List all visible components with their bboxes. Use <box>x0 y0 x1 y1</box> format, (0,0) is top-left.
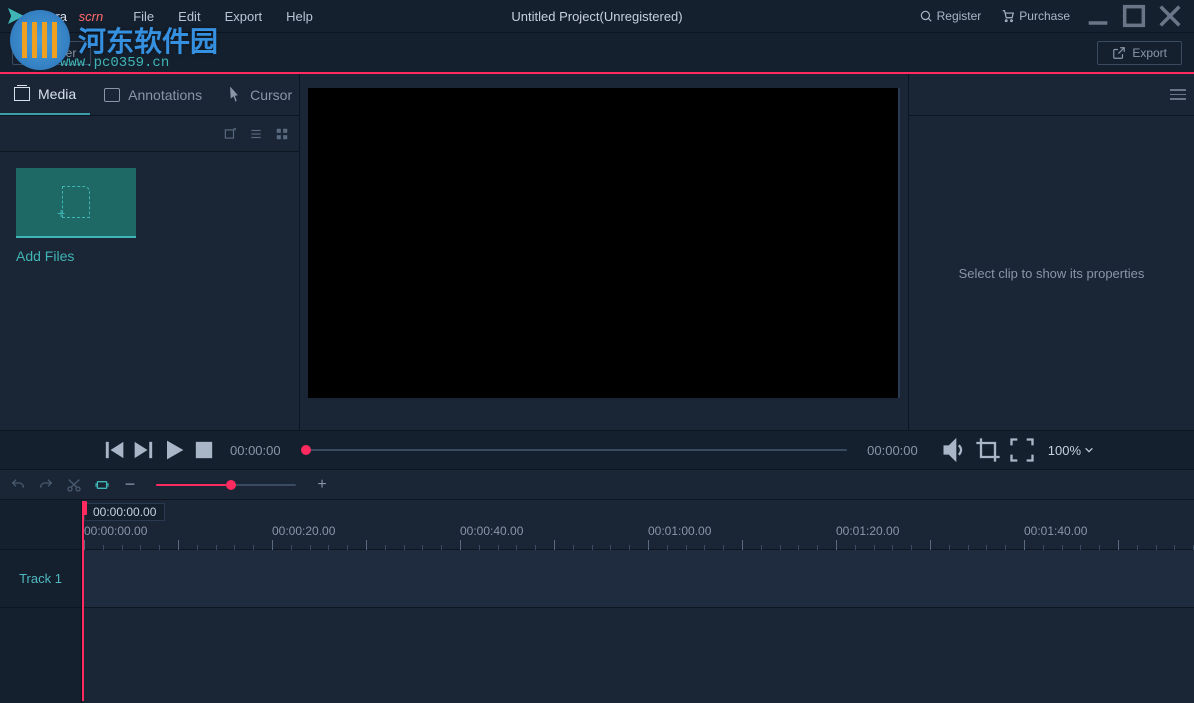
timeline-toolbar: − + <box>0 470 1194 500</box>
cut-button[interactable] <box>66 477 82 493</box>
prev-frame-button[interactable] <box>100 436 128 464</box>
register-button[interactable]: Register <box>911 5 990 27</box>
menu-export[interactable]: Export <box>213 3 275 30</box>
window-close[interactable] <box>1154 2 1186 30</box>
redo-button[interactable] <box>38 477 54 493</box>
playhead-current-time: 00:00:00 <box>230 443 281 458</box>
annotations-icon <box>104 88 120 102</box>
ruler-time-label: 00:01:40.00 <box>1024 524 1087 538</box>
window-minimize[interactable] <box>1082 2 1114 30</box>
add-folder-icon[interactable] <box>223 127 237 141</box>
tab-cursor[interactable]: Cursor <box>216 74 306 115</box>
timeline-body[interactable]: 00:00:00.00 00:00:00.00 00:00:20.00 00:00:… <box>82 500 1194 703</box>
media-view-toolbar <box>0 116 299 152</box>
chevron-down-icon <box>1084 445 1094 455</box>
zoom-out-button[interactable]: − <box>122 477 138 493</box>
project-title: Untitled Project(Unregistered) <box>511 9 682 24</box>
seek-slider[interactable] <box>301 449 848 451</box>
fit-zoom-button[interactable] <box>94 477 110 493</box>
timeline-ruler[interactable]: 00:00:00.00 00:00:20.00 00:00:40.00 00:01:0… <box>82 500 1194 550</box>
fullscreen-button[interactable] <box>1008 436 1036 464</box>
timeline-zoom-slider[interactable] <box>156 484 296 486</box>
add-files-label: Add Files <box>16 248 283 264</box>
ruler-time-label: 00:00:00.00 <box>84 524 147 538</box>
ruler-time-label: 00:01:00.00 <box>648 524 711 538</box>
menu-help[interactable]: Help <box>274 3 325 30</box>
tab-media[interactable]: Media <box>0 74 90 115</box>
track-row-1[interactable] <box>82 550 1194 608</box>
preview-panel <box>300 74 909 430</box>
track-label-1[interactable]: Track 1 <box>0 550 81 608</box>
export-icon <box>1112 46 1126 60</box>
playhead[interactable] <box>82 501 84 701</box>
undo-button[interactable] <box>10 477 26 493</box>
media-panel: Media Annotations Cursor Add Files <box>0 74 300 430</box>
titlebar: filmora scrn File Edit Export Help Untit… <box>0 0 1194 32</box>
play-button[interactable] <box>160 436 188 464</box>
ruler-time-label: 00:00:40.00 <box>460 524 523 538</box>
ruler-time-label: 00:00:20.00 <box>272 524 335 538</box>
grid-view-icon[interactable] <box>275 127 289 141</box>
purchase-button[interactable]: Purchase <box>993 5 1078 27</box>
volume-button[interactable] <box>940 436 968 464</box>
playhead-duration: 00:00:00 <box>867 443 918 458</box>
preview-viewport[interactable] <box>308 88 900 398</box>
ruler-time-label: 00:01:20.00 <box>836 524 899 538</box>
app-logo: filmora scrn <box>8 8 103 24</box>
playback-bar: 00:00:00 00:00:00 100% <box>0 430 1194 470</box>
add-files-tile[interactable] <box>16 168 136 238</box>
preview-zoom-dropdown[interactable]: 100% <box>1048 443 1094 458</box>
crop-button[interactable] <box>974 436 1002 464</box>
menu-edit[interactable]: Edit <box>166 3 212 30</box>
user-icon <box>919 9 933 23</box>
tab-annotations[interactable]: Annotations <box>90 74 216 115</box>
media-icon <box>14 87 30 101</box>
cart-icon <box>1001 9 1015 23</box>
properties-panel: Select clip to show its properties <box>909 74 1194 430</box>
stop-button[interactable] <box>190 436 218 464</box>
export-button[interactable]: Export <box>1097 41 1182 65</box>
list-view-icon[interactable] <box>249 127 263 141</box>
next-frame-button[interactable] <box>130 436 158 464</box>
zoom-in-button[interactable]: + <box>314 477 330 493</box>
window-maximize[interactable] <box>1118 2 1150 30</box>
add-file-icon <box>62 186 90 218</box>
cursor-icon <box>230 87 242 103</box>
timeline: Track 1 00:00:00.00 00:00:00.00 00:00:20.… <box>0 500 1194 703</box>
source-watermark-url: www.pc0359.cn <box>60 55 169 71</box>
properties-empty-text: Select clip to show its properties <box>909 116 1194 430</box>
properties-menu-icon[interactable] <box>1170 89 1186 100</box>
menu-file[interactable]: File <box>121 3 166 30</box>
